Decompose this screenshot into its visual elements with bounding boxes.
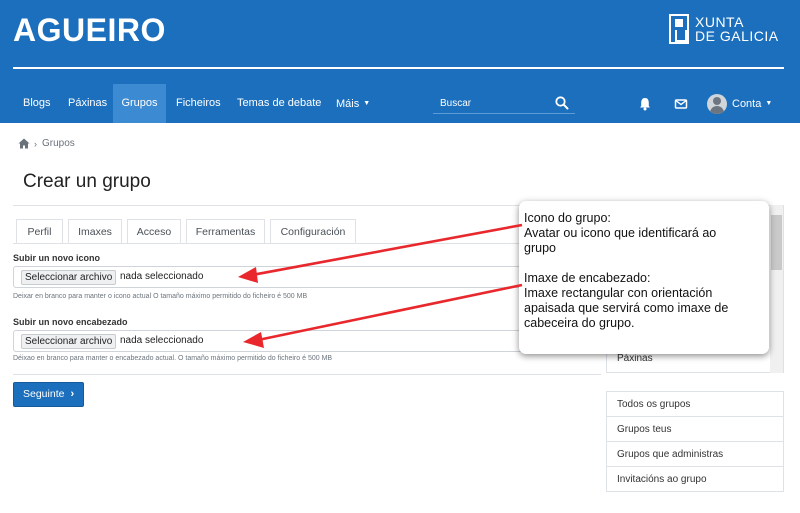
- form-divider: [13, 374, 601, 375]
- sidebar-item-paxinas[interactable]: Páxinas: [617, 353, 653, 364]
- menu-item-grupos-teus[interactable]: Grupos teus: [607, 417, 783, 442]
- site-title[interactable]: AGUEIRO: [13, 12, 166, 49]
- tab-ferramentas[interactable]: Ferramentas: [186, 219, 265, 244]
- breadcrumb-separator-icon: ›: [34, 138, 37, 149]
- header-help-text: Déixao en branco para manter o encabezad…: [13, 355, 333, 362]
- main-nav: Blogs Páxinas Grupos Ficheiros Temas de …: [0, 84, 800, 123]
- chevron-down-icon: ▼: [363, 100, 371, 107]
- icon-file-input[interactable]: Seleccionar archivo nada seleccionado: [13, 266, 601, 288]
- header-file-input[interactable]: Seleccionar archivo nada seleccionado: [13, 330, 601, 352]
- icon-upload-label: Subir un novo icono: [13, 253, 100, 263]
- menu-item-invitacions[interactable]: Invitacións ao grupo: [607, 467, 783, 492]
- account-label: Conta: [732, 98, 762, 110]
- chevron-right-icon: ›: [70, 388, 75, 400]
- nav-paxinas[interactable]: Páxinas: [68, 84, 107, 123]
- title-divider: [13, 205, 601, 206]
- xunta-logo[interactable]: XUNTA DE GALICIA: [669, 14, 779, 44]
- logo-line-1: XUNTA: [695, 14, 744, 30]
- sidebar-scrollbar-thumb[interactable]: [771, 215, 782, 270]
- next-button[interactable]: Seguinte ›: [13, 382, 84, 407]
- search-box: [433, 92, 575, 114]
- nav-blogs[interactable]: Blogs: [23, 84, 51, 123]
- search-input[interactable]: [433, 92, 543, 114]
- notifications-bell-icon[interactable]: [637, 96, 653, 112]
- next-button-label: Seguinte: [23, 388, 65, 400]
- annotation-callout: Icono do grupo: Avatar ou icono que iden…: [519, 201, 769, 354]
- callout-line: Icono do grupo:: [524, 211, 611, 225]
- icon-select-file-button[interactable]: Seleccionar archivo: [21, 270, 117, 285]
- tabs-divider: [13, 243, 601, 244]
- nav-grupos[interactable]: Grupos: [113, 84, 166, 123]
- nav-ficheiros[interactable]: Ficheiros: [176, 84, 221, 123]
- callout-line: Avatar ou icono que identificará ao: [524, 226, 717, 240]
- groups-menu: Todos os grupos Grupos teus Grupos que a…: [606, 391, 784, 492]
- xunta-emblem-icon: [669, 14, 689, 44]
- home-icon[interactable]: [18, 138, 30, 149]
- tab-configuracion[interactable]: Configuración: [270, 219, 356, 244]
- callout-line: cabeceira do grupo.: [524, 316, 635, 330]
- logo-line-2: DE GALICIA: [695, 28, 779, 44]
- header-select-file-button[interactable]: Seleccionar archivo: [21, 334, 117, 349]
- breadcrumb-current[interactable]: Grupos: [42, 138, 75, 149]
- tab-perfil[interactable]: Perfil: [16, 219, 63, 244]
- chevron-down-icon: ▼: [765, 100, 773, 107]
- icon-file-status: nada seleccionado: [120, 271, 204, 282]
- callout-line: grupo: [524, 241, 556, 255]
- callout-line: Imaxe rectangular con orientación: [524, 286, 713, 300]
- icon-help-text: Deixar en branco para manter o icono act…: [13, 293, 308, 300]
- header-divider: [13, 67, 784, 69]
- messages-envelope-icon[interactable]: [673, 96, 689, 112]
- callout-header-note: Imaxe de encabezado: Imaxe rectangular c…: [524, 271, 763, 331]
- header-file-status: nada seleccionado: [120, 335, 204, 346]
- tab-imaxes[interactable]: Imaxes: [68, 219, 122, 244]
- tab-acceso[interactable]: Acceso: [127, 219, 181, 244]
- page-title: Crear un grupo: [23, 171, 151, 192]
- header-upload-label: Subir un novo encabezado: [13, 317, 128, 327]
- nav-temas-de-debate[interactable]: Temas de debate: [237, 84, 321, 123]
- breadcrumb: › Grupos: [18, 138, 75, 149]
- account-menu[interactable]: Conta ▼: [732, 84, 772, 123]
- callout-icon-note: Icono do grupo: Avatar ou icono que iden…: [524, 211, 763, 256]
- nav-mais-label: Máis: [336, 98, 360, 110]
- menu-item-todos-os-grupos[interactable]: Todos os grupos: [607, 392, 783, 417]
- nav-mais[interactable]: Máis ▼: [336, 84, 370, 123]
- search-icon[interactable]: [554, 95, 570, 111]
- callout-line: Imaxe de encabezado:: [524, 271, 651, 285]
- menu-item-grupos-que-administras[interactable]: Grupos que administras: [607, 442, 783, 467]
- callout-line: apaisada que servirá como imaxe de: [524, 301, 729, 315]
- user-avatar[interactable]: [707, 94, 727, 114]
